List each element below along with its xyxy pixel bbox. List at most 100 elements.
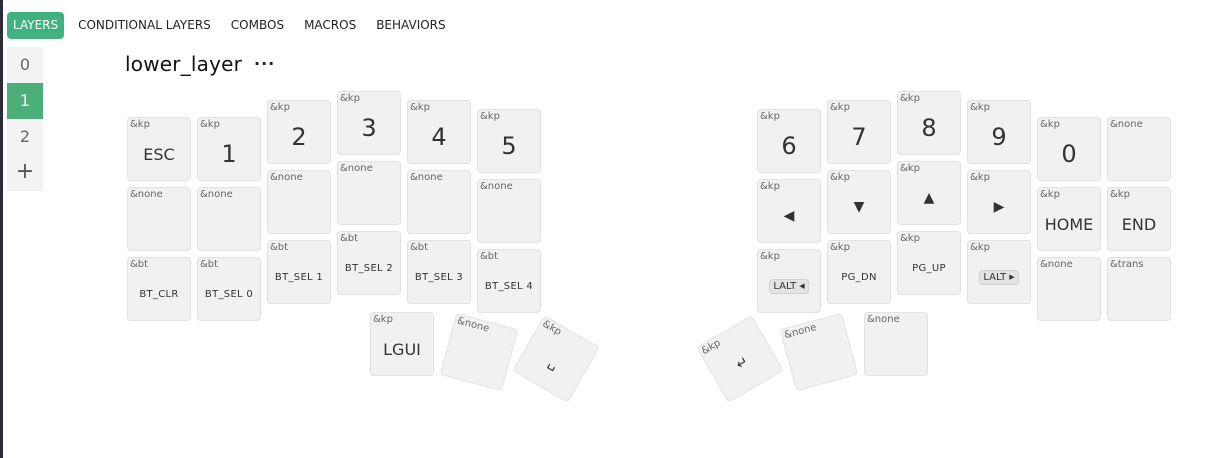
key-lalt-left[interactable]: &kp LALT ◀ [757, 249, 821, 313]
key-none[interactable]: &none [477, 179, 541, 243]
key-binding: &bt [200, 259, 219, 270]
key-bt-sel-0[interactable]: &bt BT_SEL 0 [197, 257, 261, 321]
key-lalt-right[interactable]: &kp LALT ▶ [967, 240, 1031, 304]
key-bt-sel-3[interactable]: &bt BT_SEL 3 [407, 240, 471, 304]
key-label: 8 [921, 114, 937, 142]
key-label: BT_CLR [139, 288, 179, 300]
layer-item-0[interactable]: 0 [7, 47, 43, 83]
key-end[interactable]: &kp END [1107, 187, 1171, 251]
key-binding: &none [200, 189, 233, 200]
key-left[interactable]: &kp ◀ [757, 179, 821, 243]
key-pg-dn[interactable]: &kp PG_DN [827, 240, 891, 304]
key-label: BT_SEL 0 [204, 288, 254, 300]
key-label: 1 [221, 140, 237, 168]
window-edge [0, 0, 3, 458]
key-binding: &kp [480, 111, 500, 122]
more-options-button[interactable]: ··· [254, 54, 275, 73]
tab-behaviors[interactable]: BEHAVIORS [370, 12, 451, 39]
tab-macros[interactable]: MACROS [298, 12, 362, 39]
tab-combos[interactable]: COMBOS [225, 12, 290, 39]
key-down[interactable]: &kp ▼ [827, 170, 891, 234]
key-5[interactable]: &kp 5 [477, 109, 541, 173]
key-binding: &kp [1040, 189, 1060, 200]
key-none[interactable]: &none [1107, 117, 1171, 181]
add-layer-button[interactable]: + [7, 155, 43, 191]
tab-layers[interactable]: LAYERS [7, 12, 65, 39]
key-binding: &kp [760, 251, 780, 262]
key-binding: &kp [900, 233, 920, 244]
key-binding: &kp [830, 242, 850, 253]
key-label: BT_SEL 4 [484, 280, 534, 292]
layer-item-2[interactable]: 2 [7, 119, 43, 155]
key-space[interactable]: &kp ␣ [512, 315, 600, 403]
key-none[interactable]: &none [127, 187, 191, 251]
key-9[interactable]: &kp 9 [967, 100, 1031, 164]
key-binding: &bt [480, 251, 499, 262]
key-bt-sel-1[interactable]: &bt BT_SEL 1 [267, 240, 331, 304]
key-binding: &bt [270, 242, 289, 253]
key-1[interactable]: &kp 1 [197, 117, 261, 181]
key-bt-sel-2[interactable]: &bt BT_SEL 2 [337, 231, 401, 295]
key-pg-up[interactable]: &kp PG_UP [897, 231, 961, 295]
key-none[interactable]: &none [439, 312, 519, 392]
arrow-up-icon: ▲ [923, 190, 935, 206]
key-up[interactable]: &kp ▲ [897, 161, 961, 225]
key-binding: &kp [1110, 189, 1130, 200]
key-bt-sel-4[interactable]: &bt BT_SEL 4 [477, 249, 541, 313]
key-binding: &kp [830, 102, 850, 113]
key-lgui[interactable]: &kp LGUI [370, 312, 434, 376]
key-none[interactable]: &none [197, 187, 261, 251]
key-none[interactable]: &none [407, 170, 471, 234]
key-none[interactable]: &none [1037, 257, 1101, 321]
key-label: ESC [143, 144, 175, 164]
key-7[interactable]: &kp 7 [827, 100, 891, 164]
key-binding: &none [410, 172, 443, 183]
key-label: 4 [431, 123, 447, 151]
key-3[interactable]: &kp 3 [337, 91, 401, 155]
key-label: 3 [361, 114, 377, 142]
key-6[interactable]: &kp 6 [757, 109, 821, 173]
key-binding: &none [867, 314, 900, 325]
modifier-pill: LALT ▶ [979, 269, 1019, 285]
key-binding: &kp [830, 172, 850, 183]
key-none[interactable]: &none [864, 312, 928, 376]
key-binding: &none [1040, 259, 1073, 270]
key-binding: &kp [1040, 119, 1060, 130]
key-enter[interactable]: &kp ↵ [696, 315, 784, 403]
key-none[interactable]: &none [267, 170, 331, 234]
key-binding: &kp [760, 181, 780, 192]
key-0[interactable]: &kp 0 [1037, 117, 1101, 181]
layer-item-1[interactable]: 1 [7, 83, 43, 119]
key-binding: &none [480, 181, 513, 192]
key-trans[interactable]: &trans [1107, 257, 1171, 321]
key-none[interactable]: &none [337, 161, 401, 225]
key-home[interactable]: &kp HOME [1037, 187, 1101, 251]
key-binding: &none [270, 172, 303, 183]
tab-conditional-layers[interactable]: CONDITIONAL LAYERS [72, 12, 217, 39]
key-binding: &bt [340, 233, 359, 244]
key-label: END [1121, 214, 1157, 234]
key-label: BT_SEL 2 [344, 262, 394, 274]
key-binding: &kp [970, 102, 990, 113]
layer-name-title[interactable]: lower_layer [125, 52, 242, 76]
top-nav: LAYERS CONDITIONAL LAYERS COMBOS MACROS … [7, 12, 460, 39]
key-2[interactable]: &kp 2 [267, 100, 331, 164]
key-4[interactable]: &kp 4 [407, 100, 471, 164]
key-binding: &none [783, 322, 818, 342]
key-label: BT_SEL 3 [414, 271, 464, 283]
key-binding: &kp [200, 119, 220, 130]
key-label: HOME [1044, 214, 1094, 234]
key-8[interactable]: &kp 8 [897, 91, 961, 155]
key-esc[interactable]: &kp ESC [127, 117, 191, 181]
key-none[interactable]: &none [779, 312, 859, 392]
arrow-right-icon: ▶ [993, 199, 1005, 215]
key-binding: &bt [130, 259, 149, 270]
caret-left-icon: ◀ [799, 282, 805, 290]
arrow-left-icon: ◀ [783, 208, 795, 224]
key-binding: &kp [410, 102, 430, 113]
key-binding: &kp [760, 111, 780, 122]
key-label: PG_DN [841, 271, 877, 283]
key-right[interactable]: &kp ▶ [967, 170, 1031, 234]
key-label: 2 [291, 123, 307, 151]
key-bt-clr[interactable]: &bt BT_CLR [127, 257, 191, 321]
